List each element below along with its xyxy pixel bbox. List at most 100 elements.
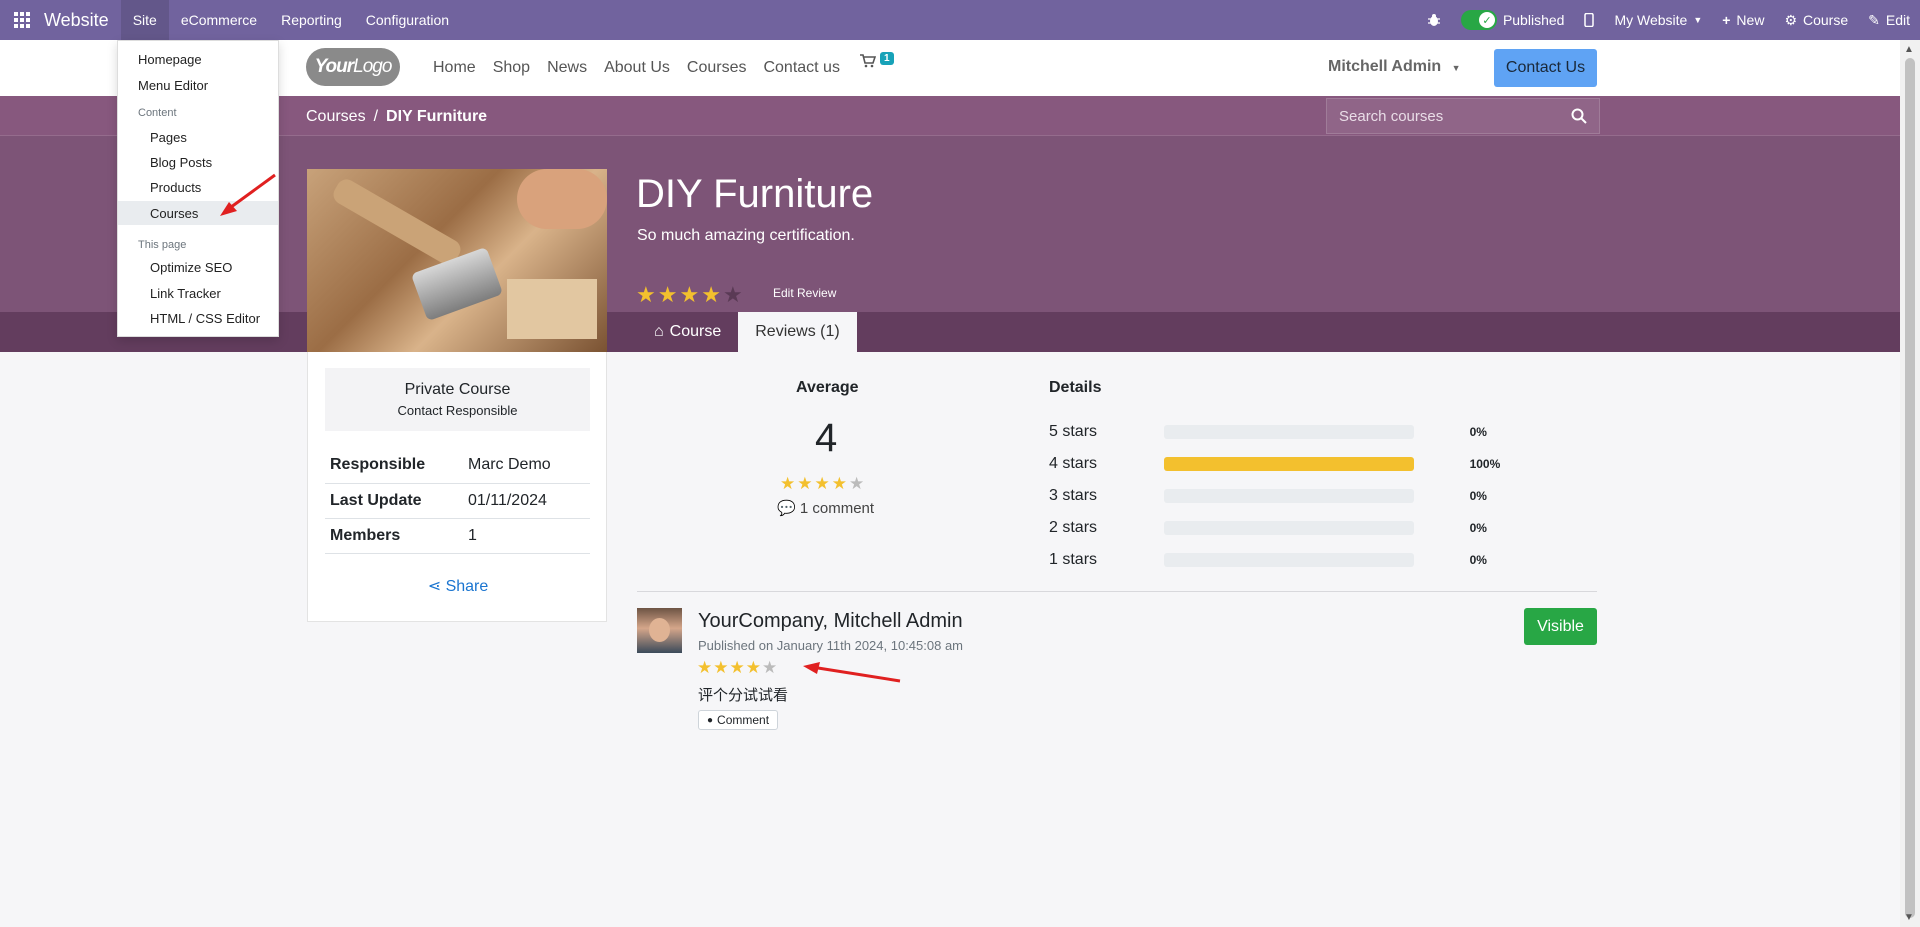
review-author: YourCompany, Mitchell Admin	[698, 610, 963, 632]
avatar-face	[649, 618, 670, 642]
course-settings-button[interactable]: ⚙ Course	[1774, 0, 1858, 40]
review-text: 评个分试试看	[698, 686, 789, 704]
search-icon[interactable]	[1571, 108, 1587, 124]
page-scrollbar[interactable]: ▲ ▼	[1900, 40, 1920, 927]
course-rating-stars: ★ ★ ★ ★ ★	[636, 282, 743, 308]
average-value: 4	[815, 416, 838, 460]
new-label: New	[1736, 12, 1765, 28]
avatar	[637, 608, 682, 653]
image-detail	[507, 279, 597, 339]
toggle-switch[interactable]: ✓	[1460, 10, 1497, 30]
nav-news[interactable]: News	[547, 59, 587, 77]
rating-bar	[1164, 521, 1414, 535]
comment-button[interactable]: ● Comment	[698, 710, 779, 730]
contact-us-button[interactable]: Contact Us	[1494, 49, 1597, 87]
menu-configuration[interactable]: Configuration	[354, 0, 461, 40]
annotation-arrow-icon	[803, 662, 901, 683]
info-value: Marc Demo	[463, 448, 590, 484]
dropdown-header-this-page: This page	[138, 239, 187, 251]
dropdown-item-html-css-editor[interactable]: HTML / CSS Editor	[118, 306, 278, 330]
nav-contact-us[interactable]: Contact us	[763, 59, 839, 77]
dropdown-item-courses[interactable]: Courses	[118, 201, 278, 225]
scroll-up-icon[interactable]: ▲	[1904, 44, 1914, 55]
rating-detail-row: 4 stars 100%	[1049, 454, 1509, 474]
website-header: Your Logo Home Shop News About Us Courses…	[0, 40, 1900, 96]
rating-label: 5 stars	[1049, 423, 1098, 440]
menu-ecommerce[interactable]: eCommerce	[169, 0, 269, 40]
share-link[interactable]: ⋖ Share	[308, 576, 608, 596]
visible-button[interactable]: Visible	[1524, 608, 1597, 645]
star-icon: ★	[713, 658, 729, 677]
cart-count-badge: 1	[880, 52, 894, 65]
user-menu[interactable]: Mitchell Admin ▼	[1328, 58, 1461, 76]
info-value: 01/11/2024	[463, 483, 590, 519]
star-icon: ★	[701, 282, 721, 307]
scroll-thumb[interactable]	[1905, 58, 1915, 918]
publish-toggle[interactable]: ✓ Published	[1451, 0, 1575, 40]
course-title: DIY Furniture	[636, 172, 874, 216]
table-row: Last Update 01/11/2024	[325, 483, 590, 519]
star-icon: ★	[797, 474, 813, 493]
dropdown-item-blog-posts[interactable]: Blog Posts	[118, 150, 278, 174]
course-label: Course	[1803, 12, 1849, 28]
my-website-switcher[interactable]: My Website ▼	[1604, 0, 1712, 40]
dropdown-item-link-tracker[interactable]: Link Tracker	[118, 281, 278, 305]
star-icon: ★	[657, 282, 678, 307]
nav-home[interactable]: Home	[433, 59, 476, 77]
comment-icon: ●	[707, 714, 714, 726]
star-icon: ★	[762, 658, 778, 677]
info-key: Members	[325, 518, 463, 554]
image-detail	[329, 175, 465, 269]
breadcrumb-courses[interactable]: Courses	[306, 108, 366, 126]
table-row: Members 1	[325, 518, 590, 554]
edit-button[interactable]: ✎ Edit	[1858, 0, 1920, 40]
tab-reviews[interactable]: Reviews (1)	[738, 312, 857, 352]
breadcrumb-current: DIY Furniture	[386, 108, 488, 125]
mobile-preview-icon[interactable]	[1574, 0, 1604, 40]
nav-about-us[interactable]: About Us	[604, 59, 670, 77]
my-website-label: My Website	[1614, 12, 1688, 28]
info-key: Last Update	[325, 483, 463, 519]
logo-text-logo: Logo	[353, 56, 392, 77]
average-rating-stars: ★ ★ ★ ★ ★	[780, 474, 864, 494]
rating-percent: 0%	[1469, 489, 1487, 503]
private-course-title: Private Course	[404, 381, 511, 398]
app-brand[interactable]: Website	[44, 10, 109, 31]
dropdown-item-pages[interactable]: Pages	[118, 125, 278, 149]
dropdown-item-products[interactable]: Products	[118, 175, 278, 199]
edit-review-link[interactable]: Edit Review	[773, 286, 836, 300]
dropdown-item-homepage[interactable]: Homepage	[118, 47, 278, 71]
rating-detail-row: 1 stars 0%	[1049, 550, 1509, 570]
breadcrumb: Courses / DIY Furniture	[306, 108, 487, 126]
table-row: Responsible Marc Demo	[325, 448, 590, 484]
site-dropdown-menu: Homepage Menu Editor Content Pages Blog …	[117, 40, 279, 337]
nav-courses[interactable]: Courses	[687, 59, 747, 77]
apps-menu-icon[interactable]	[0, 0, 44, 40]
contact-responsible[interactable]: Contact Responsible	[398, 403, 518, 418]
cart-icon	[860, 54, 877, 68]
debug-bug-icon[interactable]	[1417, 0, 1451, 40]
site-nav: Home Shop News About Us Courses Contact …	[433, 40, 840, 96]
dropdown-item-menu-editor[interactable]: Menu Editor	[118, 73, 278, 97]
rating-percent: 100%	[1469, 457, 1501, 471]
tab-course[interactable]: ⌂ Course	[637, 312, 738, 352]
scroll-down-icon[interactable]: ▼	[1904, 912, 1914, 923]
cart-link[interactable]: 1	[860, 52, 894, 73]
star-icon: ★	[831, 474, 847, 493]
home-icon: ⌂	[654, 323, 664, 340]
search-courses-input[interactable]: Search courses	[1326, 98, 1600, 134]
new-button[interactable]: + New	[1712, 0, 1774, 40]
course-tabs: ⌂ Course Reviews (1)	[637, 312, 857, 352]
dropdown-item-optimize-seo[interactable]: Optimize SEO	[118, 255, 278, 279]
review-date: Published on January 11th 2024, 10:45:08…	[698, 638, 964, 653]
rating-label: 3 stars	[1049, 487, 1098, 504]
nav-shop[interactable]: Shop	[493, 59, 530, 77]
rating-label: 2 stars	[1049, 519, 1098, 536]
site-logo[interactable]: Your Logo	[306, 48, 400, 86]
menu-reporting[interactable]: Reporting	[269, 0, 354, 40]
course-cover-image	[307, 169, 607, 352]
course-hero: Courses / DIY Furniture Search courses D…	[0, 96, 1900, 352]
search-placeholder: Search courses	[1339, 107, 1444, 125]
private-course-box: Private Course Contact Responsible	[325, 368, 590, 431]
menu-site[interactable]: Site	[120, 0, 169, 40]
